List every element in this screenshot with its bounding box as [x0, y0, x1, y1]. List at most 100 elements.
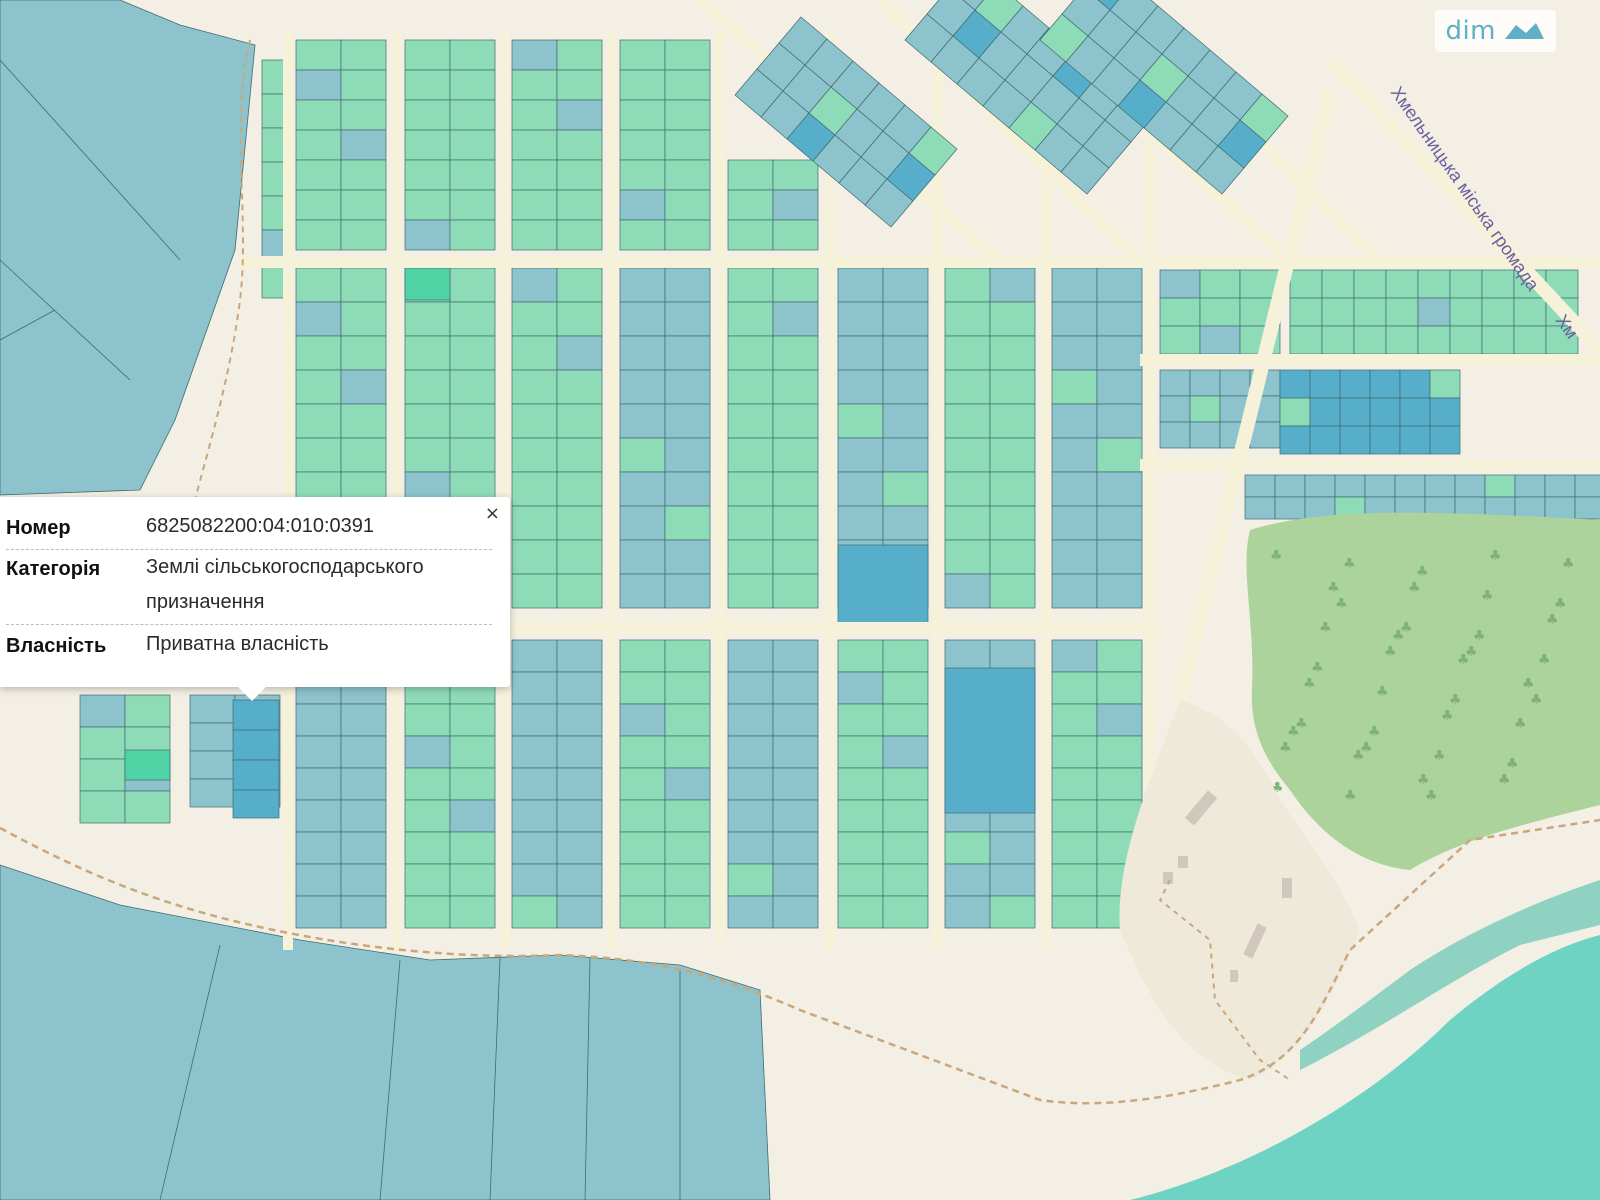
land-parcel[interactable] [295, 895, 342, 929]
land-parcel[interactable] [619, 189, 666, 221]
land-parcel[interactable] [1051, 799, 1098, 833]
land-parcel[interactable] [837, 831, 884, 865]
land-parcel[interactable] [944, 471, 991, 507]
land-parcel[interactable] [79, 790, 126, 824]
land-parcel[interactable] [664, 69, 711, 101]
land-parcel[interactable] [772, 437, 819, 473]
land-parcel[interactable] [664, 703, 711, 737]
land-parcel[interactable] [619, 539, 666, 575]
land-parcel[interactable] [619, 403, 666, 439]
land-parcel[interactable] [124, 749, 171, 781]
land-parcel[interactable] [511, 301, 558, 337]
land-parcel[interactable] [772, 403, 819, 439]
land-parcel[interactable] [727, 219, 774, 251]
land-parcel[interactable] [727, 573, 774, 609]
land-parcel[interactable] [1289, 269, 1323, 299]
land-parcel[interactable] [1353, 297, 1387, 327]
land-parcel[interactable] [340, 703, 387, 737]
land-parcel[interactable] [449, 767, 496, 801]
land-parcel[interactable] [619, 39, 666, 71]
land-parcel[interactable] [404, 219, 451, 251]
land-parcel[interactable] [837, 369, 884, 405]
land-parcel[interactable] [232, 699, 280, 731]
land-parcel[interactable] [772, 219, 819, 251]
land-parcel[interactable] [79, 726, 126, 760]
land-parcel[interactable] [772, 189, 819, 221]
land-parcel[interactable] [511, 573, 558, 609]
land-parcel[interactable] [664, 129, 711, 161]
land-parcel[interactable] [340, 99, 387, 131]
land-parcel[interactable] [944, 505, 991, 541]
land-parcel[interactable] [727, 539, 774, 575]
land-parcel[interactable] [295, 267, 342, 303]
land-parcel[interactable] [664, 671, 711, 705]
land-parcel[interactable] [511, 437, 558, 473]
land-parcel[interactable] [1481, 325, 1515, 355]
land-parcel[interactable] [295, 767, 342, 801]
land-parcel[interactable] [882, 301, 929, 337]
land-parcel[interactable] [511, 129, 558, 161]
land-parcel[interactable] [1369, 425, 1401, 455]
land-parcel[interactable] [882, 369, 929, 405]
land-parcel[interactable] [340, 369, 387, 405]
land-parcel[interactable] [619, 799, 666, 833]
land-parcel[interactable] [944, 573, 991, 609]
land-parcel[interactable] [1051, 539, 1098, 575]
land-parcel[interactable] [837, 505, 884, 541]
land-parcel[interactable] [989, 471, 1036, 507]
land-parcel[interactable] [1309, 425, 1341, 455]
land-parcel[interactable] [340, 831, 387, 865]
land-parcel[interactable] [511, 831, 558, 865]
land-parcel[interactable] [837, 735, 884, 769]
land-parcel[interactable] [944, 863, 991, 897]
land-parcel[interactable] [1369, 397, 1401, 427]
land-parcel[interactable] [772, 735, 819, 769]
land-parcel[interactable] [619, 767, 666, 801]
land-parcel[interactable] [772, 895, 819, 929]
land-parcel[interactable] [727, 639, 774, 673]
land-parcel[interactable] [1399, 369, 1431, 399]
land-parcel[interactable] [340, 129, 387, 161]
land-parcel[interactable] [340, 267, 387, 303]
land-parcel[interactable] [295, 735, 342, 769]
land-parcel[interactable] [882, 863, 929, 897]
land-parcel[interactable] [1051, 505, 1098, 541]
land-parcel[interactable] [772, 671, 819, 705]
land-parcel[interactable] [1417, 325, 1451, 355]
land-parcel[interactable] [1159, 297, 1201, 327]
land-parcel[interactable] [727, 189, 774, 221]
land-parcel[interactable] [340, 39, 387, 71]
land-parcel[interactable] [772, 767, 819, 801]
land-parcel[interactable] [772, 539, 819, 575]
land-parcel[interactable] [1394, 474, 1426, 498]
land-parcel[interactable] [449, 369, 496, 405]
land-parcel[interactable] [1051, 671, 1098, 705]
land-parcel[interactable] [1385, 269, 1419, 299]
land-parcel[interactable] [882, 831, 929, 865]
land-parcel[interactable] [619, 99, 666, 131]
land-parcel[interactable] [556, 369, 603, 405]
land-parcel[interactable] [1369, 369, 1401, 399]
land-parcel[interactable] [727, 335, 774, 371]
land-parcel[interactable] [1096, 403, 1143, 439]
land-parcel[interactable] [664, 159, 711, 191]
land-parcel[interactable] [727, 799, 774, 833]
land-parcel[interactable] [1096, 335, 1143, 371]
land-parcel[interactable] [727, 369, 774, 405]
land-parcel[interactable] [772, 639, 819, 673]
land-parcel[interactable] [404, 437, 451, 473]
land-parcel[interactable] [1417, 269, 1451, 299]
land-parcel[interactable] [944, 895, 991, 929]
land-parcel[interactable] [340, 335, 387, 371]
land-parcel[interactable] [1289, 297, 1323, 327]
land-parcel[interactable] [664, 767, 711, 801]
land-parcel[interactable] [1449, 325, 1483, 355]
land-parcel[interactable] [556, 703, 603, 737]
land-parcel[interactable] [1309, 397, 1341, 427]
land-parcel[interactable] [664, 831, 711, 865]
land-parcel[interactable] [882, 639, 929, 673]
land-parcel[interactable] [1334, 474, 1366, 498]
land-parcel[interactable] [664, 335, 711, 371]
land-parcel[interactable] [664, 219, 711, 251]
land-parcel[interactable] [1096, 505, 1143, 541]
